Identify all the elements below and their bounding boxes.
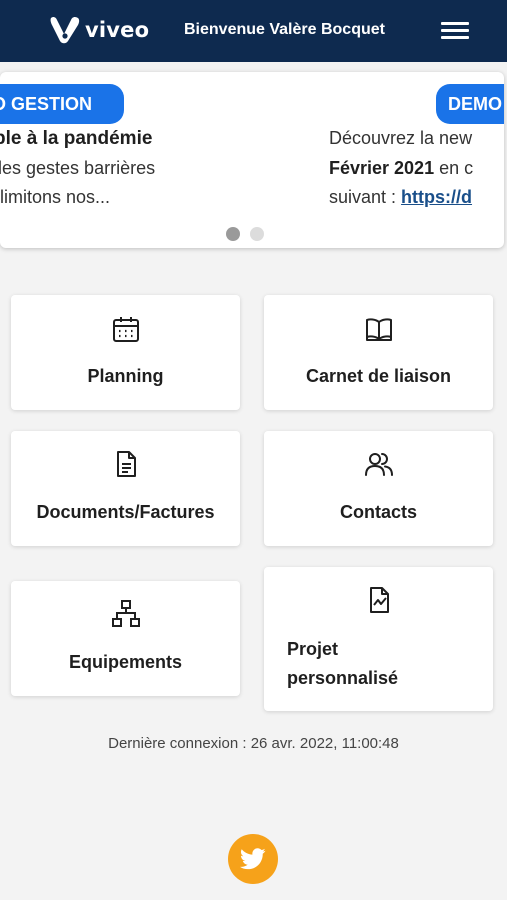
sitemap-icon: [111, 600, 140, 627]
calendar-icon: [112, 317, 139, 342]
tile-contacts[interactable]: Contacts: [264, 431, 493, 546]
tile-projet-label-line2: personnalisé: [287, 668, 399, 688]
twitter-icon: [240, 848, 266, 870]
news-text-2-line1: Découvrez la new: [329, 128, 473, 148]
tile-documents-factures[interactable]: Documents/Factures: [11, 431, 240, 546]
users-icon: [364, 453, 393, 476]
app-header: viveo Bienvenue Valère Bocquet: [0, 0, 507, 62]
welcome-message: Bienvenue Valère Bocquet: [184, 21, 385, 38]
hamburger-menu-button[interactable]: [440, 21, 470, 41]
news-text-2-line2-rest: en c: [434, 158, 474, 178]
tile-equipements-label: Equipements: [68, 652, 183, 672]
twitter-button[interactable]: [228, 834, 278, 884]
news-text-2-line2: Février 2021 en c: [329, 158, 473, 179]
news-tag-1: O GESTION: [0, 84, 124, 124]
tile-documents-label: Documents/Factures: [36, 502, 215, 522]
tile-equipements[interactable]: Equipements: [11, 581, 240, 696]
logo-text: viveo: [85, 18, 150, 42]
news-title-1: semble à la pandémie: [0, 128, 153, 149]
file-chart-icon: [369, 587, 389, 613]
viveo-logo[interactable]: viveo: [48, 14, 149, 46]
news-link[interactable]: https://d: [401, 187, 472, 207]
carousel-dot-1[interactable]: [226, 227, 240, 241]
tile-planning-label: Planning: [87, 366, 164, 386]
tile-projet-label-line1: Projet: [287, 639, 339, 659]
carousel-pagination: [226, 227, 264, 241]
tile-contacts-label: Contacts: [339, 502, 417, 522]
news-carousel[interactable]: O GESTION semble à la pandémie uls les g…: [0, 72, 504, 248]
tile-carnet-label: Carnet de liaison: [305, 366, 452, 386]
tile-planning[interactable]: Planning: [11, 295, 240, 410]
news-text-1-line1: uls les gestes barrières: [0, 158, 156, 178]
news-text-1-line2: ors limitons nos...: [0, 187, 111, 207]
tile-carnet-de-liaison[interactable]: Carnet de liaison: [264, 295, 493, 410]
tile-projet-personnalise[interactable]: Projet personnalisé: [264, 567, 493, 711]
news-tag-2: DEMO: [436, 84, 504, 124]
news-text-2-line3: suivant : https://d: [329, 187, 472, 208]
news-text-2-line3-label: suivant :: [329, 187, 402, 207]
document-icon: [116, 451, 136, 477]
last-connection-info: Dernière connexion : 26 avr. 2022, 11:00…: [108, 735, 399, 752]
carousel-dot-2[interactable]: [250, 227, 264, 241]
viveo-logo-icon: [50, 16, 80, 44]
book-icon: [365, 318, 392, 341]
news-date: Février 2021: [329, 158, 435, 178]
